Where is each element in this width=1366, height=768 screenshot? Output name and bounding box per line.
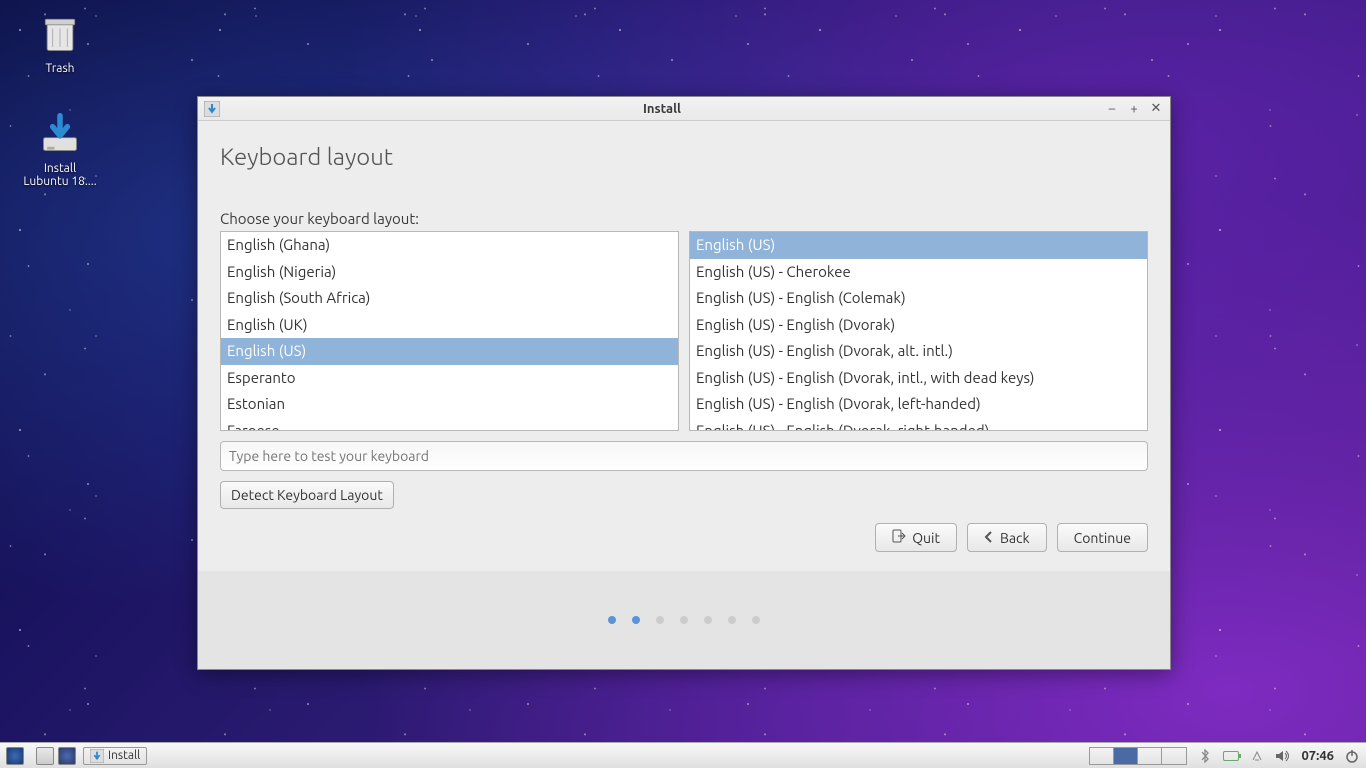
desktop-icon-label: Trash: [20, 62, 100, 75]
chevron-left-icon: [984, 530, 994, 546]
layout-item[interactable]: Faroese: [221, 418, 678, 432]
progress-dot: [680, 616, 688, 624]
progress-dot: [752, 616, 760, 624]
taskbar: Install 07:46: [0, 742, 1366, 768]
clock[interactable]: 07:46: [1301, 749, 1334, 763]
workspace-pager[interactable]: [1089, 747, 1187, 765]
variant-item[interactable]: English (US) - English (Colemak): [690, 285, 1147, 312]
variants-listbox[interactable]: English (US)English (US) - CherokeeEngli…: [689, 231, 1148, 431]
quit-label: Quit: [912, 530, 940, 546]
desktop: Trash Install Lubuntu 18.... Install – +…: [0, 0, 1366, 768]
variant-item[interactable]: English (US) - English (Dvorak, intl., w…: [690, 365, 1147, 392]
progress-dot: [704, 616, 712, 624]
volume-icon[interactable]: [1275, 748, 1291, 764]
layouts-listbox[interactable]: English (Ghana)English (Nigeria)English …: [220, 231, 679, 431]
quit-icon: [892, 529, 906, 546]
start-menu-button[interactable]: [6, 747, 24, 765]
layout-item[interactable]: Esperanto: [221, 365, 678, 392]
desktop-icon-trash[interactable]: Trash: [20, 10, 100, 75]
layout-item[interactable]: English (South Africa): [221, 285, 678, 312]
layout-item[interactable]: English (US): [221, 338, 678, 365]
detect-layout-button[interactable]: Detect Keyboard Layout: [220, 481, 394, 509]
progress-dot: [656, 616, 664, 624]
window-content: Keyboard layout Choose your keyboard lay…: [198, 121, 1170, 509]
choose-layout-label: Choose your keyboard layout:: [220, 210, 1148, 227]
layout-item[interactable]: English (UK): [221, 312, 678, 339]
close-button[interactable]: ✕: [1148, 101, 1164, 117]
progress-dots: [198, 571, 1170, 669]
layout-item[interactable]: Estonian: [221, 391, 678, 418]
taskbar-task-install[interactable]: Install: [83, 747, 147, 765]
power-icon[interactable]: [1344, 748, 1360, 764]
battery-icon[interactable]: [1223, 748, 1239, 764]
variant-item[interactable]: English (US): [690, 232, 1147, 259]
back-button[interactable]: Back: [967, 523, 1047, 552]
keyboard-test-input[interactable]: [220, 441, 1148, 471]
trash-icon: [36, 10, 84, 58]
maximize-button[interactable]: +: [1126, 101, 1142, 117]
browser-button[interactable]: [58, 747, 76, 765]
install-window: Install – + ✕ Keyboard layout Choose you…: [197, 96, 1171, 670]
bluetooth-icon[interactable]: [1197, 748, 1213, 764]
desktop-icon-label: Install Lubuntu 18....: [20, 162, 100, 188]
minimize-button[interactable]: –: [1104, 101, 1120, 117]
layout-item[interactable]: English (Nigeria): [221, 259, 678, 286]
nav-buttons: Quit Back Continue: [198, 509, 1170, 552]
file-manager-button[interactable]: [36, 747, 54, 765]
back-label: Back: [1000, 530, 1030, 546]
progress-dot: [608, 616, 616, 624]
variant-item[interactable]: English (US) - Cherokee: [690, 259, 1147, 286]
page-title: Keyboard layout: [220, 143, 1148, 170]
taskbar-task-label: Install: [108, 749, 140, 762]
variant-item[interactable]: English (US) - English (Dvorak, alt. int…: [690, 338, 1147, 365]
layout-item[interactable]: English (Ghana): [221, 232, 678, 259]
progress-dot: [728, 616, 736, 624]
window-title: Install: [226, 102, 1098, 116]
variant-item[interactable]: English (US) - English (Dvorak, right-ha…: [690, 418, 1147, 432]
desktop-icon-install[interactable]: Install Lubuntu 18....: [20, 110, 100, 188]
window-app-icon: [204, 101, 220, 117]
variant-item[interactable]: English (US) - English (Dvorak, left-han…: [690, 391, 1147, 418]
titlebar[interactable]: Install – + ✕: [198, 97, 1170, 121]
continue-button[interactable]: Continue: [1057, 523, 1148, 552]
network-icon[interactable]: [1249, 748, 1265, 764]
quit-button[interactable]: Quit: [875, 523, 957, 552]
install-disk-icon: [36, 110, 84, 158]
progress-dot: [632, 616, 640, 624]
variant-item[interactable]: English (US) - English (Dvorak): [690, 312, 1147, 339]
